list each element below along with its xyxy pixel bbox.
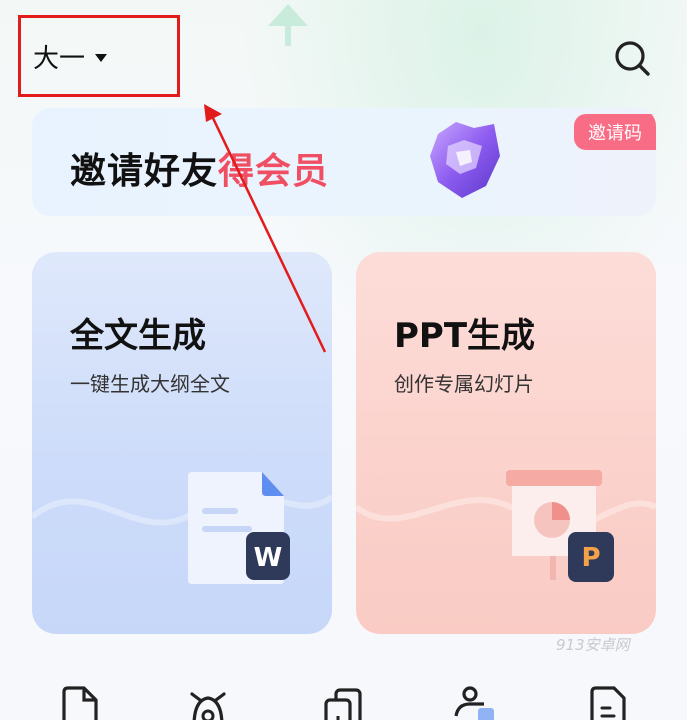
invite-text: 邀请好友得会员 <box>70 142 329 194</box>
grade-selector[interactable]: 大一 <box>18 15 180 97</box>
invite-banner[interactable]: 邀请好友得会员 邀请码 <box>32 108 656 216</box>
file-tool-icon[interactable] <box>586 686 630 720</box>
caret-down-icon <box>95 54 108 62</box>
person-tool-icon[interactable] <box>454 686 498 720</box>
card-badge-letter: W <box>254 543 283 573</box>
word-doc-icon: W <box>188 472 290 584</box>
tool-row <box>0 680 687 720</box>
doc-tool-icon[interactable] <box>58 686 102 720</box>
bear-tool-icon[interactable] <box>186 686 230 720</box>
invite-text-highlight: 得会员 <box>218 151 330 192</box>
watermark: 913安卓网 <box>556 636 630 654</box>
invite-code-badge[interactable]: 邀请码 <box>574 114 656 150</box>
ppt-board-icon: P <box>506 470 614 582</box>
copy-tool-icon[interactable] <box>322 686 366 720</box>
header: 大一 <box>0 0 687 100</box>
search-icon[interactable] <box>612 38 652 78</box>
card-title: 全文生成 <box>70 316 206 356</box>
ppt-generate-card[interactable]: PPT生成 创作专属幻灯片 P <box>356 252 656 634</box>
card-badge-letter: P <box>581 543 600 573</box>
invite-text-primary: 邀请好友 <box>70 151 219 192</box>
card-title: PPT生成 <box>394 316 536 356</box>
full-text-generate-card[interactable]: 全文生成 一键生成大纲全文 W <box>32 252 332 634</box>
gem-icon <box>430 122 500 198</box>
card-subtitle: 创作专属幻灯片 <box>394 372 534 396</box>
grade-label: 大一 <box>33 43 86 74</box>
card-subtitle: 一键生成大纲全文 <box>70 372 230 396</box>
